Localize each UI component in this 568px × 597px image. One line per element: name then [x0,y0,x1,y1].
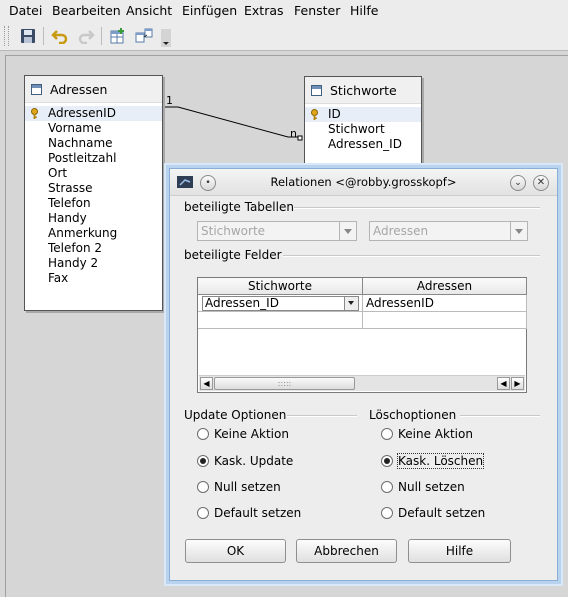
scroll-right-icon[interactable]: ▶ [511,377,524,390]
cardinality-one: 1 [166,94,173,107]
field-label: Fax [48,271,69,285]
radio-circle[interactable] [381,507,393,519]
table-title-adressen[interactable]: Adressen [25,76,162,103]
ok-button[interactable]: OK [185,539,286,563]
field-item[interactable]: Anmerkung [25,226,162,241]
table-right-select[interactable]: Adressen [369,221,528,241]
field-item[interactable]: Postleitzahl [25,151,162,166]
grid-cell-left[interactable]: Adressen_ID [198,295,363,312]
radio-label: Kask. Löschen [396,453,485,469]
field-item[interactable]: Handy [25,211,162,226]
radio-circle[interactable] [197,455,209,467]
table-window-adressen[interactable]: Adressen AdressenID Vorname Nachname Postle… [24,75,163,311]
delete-options-label: Löschoptionen [369,408,457,422]
field-item[interactable]: Vorname [25,121,162,136]
delete-radio[interactable]: Default setzen [381,506,485,520]
field-label: ID [328,107,341,121]
delete-radio[interactable]: Null setzen [381,480,465,494]
chevron-down-icon [339,222,356,240]
field-item[interactable]: Handy 2 [25,256,162,271]
radio-circle[interactable] [381,428,393,440]
radio-circle[interactable] [381,481,393,493]
radio-circle[interactable] [197,507,209,519]
chevron-down-icon [510,222,527,240]
fields-grid[interactable]: Stichworte Adressen Adressen_ID Adressen… [197,277,527,393]
radio-label: Keine Aktion [214,427,289,441]
radio-label: Null setzen [398,480,465,494]
radio-label: Default setzen [398,506,486,520]
delete-radio[interactable]: Keine Aktion [381,427,473,441]
field-label: Adressen_ID [328,137,402,151]
field-label: Vorname [48,121,102,135]
field-item[interactable]: Stichwort [305,122,421,137]
radio-label: Default setzen [214,506,302,520]
field-label: Handy 2 [48,256,99,270]
field-left-dropdown[interactable]: Adressen_ID [202,296,359,311]
update-radio[interactable]: Null setzen [197,480,281,494]
group-separator [283,255,540,257]
fields-group-label: beteiligte Felder [184,248,282,262]
field-label: Postleitzahl [48,151,117,165]
table-left-select[interactable]: Stichworte [197,221,357,241]
table-window-stichworte[interactable]: Stichworte ID Stichwort Adressen_ID [304,76,422,178]
primary-key-icon [311,109,318,120]
field-label: Anmerkung [48,226,118,240]
group-separator [287,415,357,417]
radio-circle[interactable] [197,428,209,440]
dialog-title: Relationen <@robby.grosskopf> [270,175,457,189]
field-label: Stichwort [328,122,385,136]
update-radio[interactable]: Kask. Update [197,454,293,468]
field-item[interactable]: AdressenID [25,106,162,121]
radio-label: Null setzen [214,480,281,494]
update-options-label: Update Optionen [184,408,287,422]
minimize-icon[interactable]: ⌄ [510,175,526,191]
grid-header-adressen[interactable]: Adressen [363,278,527,295]
field-list-stichworte: ID Stichwort Adressen_ID [305,104,421,152]
group-separator [294,207,540,209]
delete-radio[interactable]: Kask. Löschen [381,453,485,469]
cancel-button[interactable]: Abbrechen [296,539,397,563]
field-label: Nachname [48,136,113,150]
tables-group-label: beteiligte Tabellen [184,200,294,214]
field-label: Handy [48,211,87,225]
grid-cell-empty[interactable] [363,312,527,329]
close-icon[interactable]: ✕ [533,175,549,191]
grid-cell-empty[interactable] [198,312,363,329]
horizontal-scrollbar[interactable]: ◀ ::::: ◀ ▶ [199,375,525,391]
dialog-titlebar[interactable]: • Relationen <@robby.grosskopf> ⌄ ✕ [170,169,557,196]
radio-circle[interactable] [381,455,393,467]
field-item[interactable]: Nachname [25,136,162,151]
table-title-stichworte[interactable]: Stichworte [305,77,421,104]
cardinality-many: n [290,127,297,140]
scroll-left-icon[interactable]: ◀ [200,377,213,390]
field-item[interactable]: ID [305,107,421,122]
update-radio[interactable]: Keine Aktion [197,427,289,441]
table-icon [311,84,322,96]
field-item[interactable]: Telefon 2 [25,241,162,256]
field-label: Telefon 2 [48,241,103,255]
group-separator [460,415,540,417]
primary-key-icon [31,108,38,119]
field-label: Strasse [48,181,93,195]
field-item[interactable]: Strasse [25,181,162,196]
field-item[interactable]: Ort [25,166,162,181]
chevron-down-icon [344,297,358,310]
scroll-thumb[interactable]: ::::: [214,377,355,390]
scroll-left-icon[interactable]: ◀ [497,377,510,390]
radio-circle[interactable] [197,481,209,493]
update-radio[interactable]: Default setzen [197,506,301,520]
field-label: AdressenID [48,106,116,120]
field-label: Telefon [48,196,91,210]
table-icon [31,83,42,95]
radio-label: Keine Aktion [398,427,473,441]
grid-header-stichworte[interactable]: Stichworte [198,278,363,295]
grid-cell-right[interactable]: AdressenID [363,295,527,312]
field-item[interactable]: Fax [25,271,162,286]
field-item[interactable]: Telefon [25,196,162,211]
field-label: Ort [48,166,68,180]
field-list-adressen: AdressenID Vorname Nachname Postleitzahl Ort… [25,103,162,286]
field-item[interactable]: Adressen_ID [305,137,421,152]
radio-label: Kask. Update [214,454,294,468]
help-button[interactable]: Hilfe [408,539,511,563]
